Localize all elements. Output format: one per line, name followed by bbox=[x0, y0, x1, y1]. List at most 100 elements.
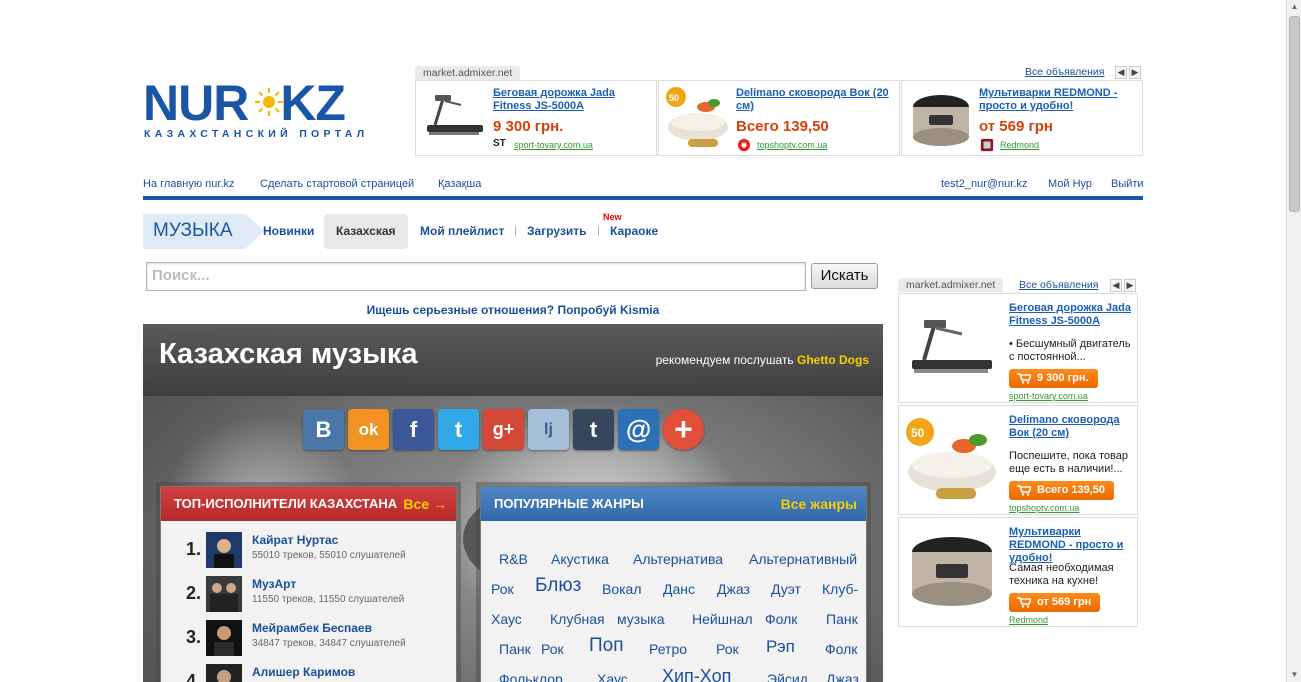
genre-tag[interactable]: Фолк bbox=[825, 641, 857, 657]
genre-tag[interactable]: Акустика bbox=[551, 551, 609, 567]
ad-site-link[interactable]: Redmond bbox=[1000, 140, 1039, 150]
artist-name[interactable]: Мейрамбек Беспаев bbox=[252, 621, 372, 635]
ad-title[interactable]: Беговая дорожка Jada Fitness JS-5000A bbox=[493, 87, 653, 113]
scroll-up-icon[interactable]: ▲ bbox=[1287, 0, 1301, 14]
kazakh-language-link[interactable]: Қазақша bbox=[438, 178, 481, 190]
genre-tag[interactable]: Фолк bbox=[765, 611, 797, 627]
facebook-share-icon[interactable]: f bbox=[393, 409, 434, 450]
all-genres-link[interactable]: Все жанры bbox=[781, 487, 857, 521]
music-section-title[interactable]: МУЗЫКА bbox=[143, 214, 264, 249]
tab-kazakh[interactable]: Казахская bbox=[336, 224, 396, 238]
genre-tag[interactable]: музыка bbox=[617, 611, 664, 627]
genre-tag[interactable]: Дуэт bbox=[771, 581, 801, 597]
genre-tag[interactable]: Рок bbox=[541, 641, 564, 657]
genre-tag[interactable]: Джаз bbox=[826, 671, 859, 682]
tab-upload[interactable]: Загрузить bbox=[527, 224, 586, 238]
genre-tag[interactable]: Вокал bbox=[602, 581, 642, 597]
top-ad-item-treadmill[interactable]: Беговая дорожка Jada Fitness JS-5000A 9 … bbox=[415, 80, 657, 156]
genre-tag[interactable]: Хип-Хоп bbox=[662, 666, 731, 682]
more-share-icon[interactable]: + bbox=[663, 409, 704, 450]
genre-tag[interactable]: Альтернатива bbox=[633, 551, 723, 567]
right-ad-item-multicooker[interactable]: Мультиварки REDMOND - просто и удобно! С… bbox=[898, 517, 1138, 627]
list-item[interactable]: 1. Кайрат Нуртас 55010 треков, 55010 слу… bbox=[181, 529, 451, 569]
ad-site-link[interactable]: topshoptv.com.ua bbox=[757, 140, 827, 150]
kismia-promo-link[interactable]: Ищешь серьезные отношения? Попробуй Kism… bbox=[143, 303, 883, 317]
next-arrow-icon[interactable]: ▶ bbox=[1124, 279, 1136, 292]
recommended-artist-link[interactable]: Ghetto Dogs bbox=[797, 353, 869, 367]
ad-title[interactable]: Беговая дорожка Jada Fitness JS-5000A bbox=[1009, 302, 1134, 328]
ad-title[interactable]: Delimano сковорода Вок (20 см) bbox=[1009, 414, 1134, 440]
odnoklassniki-share-icon[interactable]: ok bbox=[348, 409, 389, 450]
ad-title[interactable]: Delimano сковорода Вок (20 см) bbox=[736, 87, 896, 113]
artist-name[interactable]: Кайрат Нуртас bbox=[252, 533, 338, 547]
genre-tag[interactable]: Альтернативный bbox=[749, 551, 857, 567]
ad-site-link[interactable]: Redmond bbox=[1009, 615, 1048, 625]
ad-title[interactable]: Мультиварки REDMOND - просто и удобно! bbox=[1009, 526, 1134, 565]
music-navigation: МУЗЫКА Новинки Казахская Мой плейлист | … bbox=[143, 212, 703, 249]
genre-tag[interactable]: Клубная bbox=[550, 611, 605, 627]
list-item[interactable]: 4. Алишер Каримов bbox=[181, 661, 451, 682]
next-arrow-icon[interactable]: ▶ bbox=[1129, 66, 1141, 79]
artist-stats: 55010 треков, 55010 слушателей bbox=[252, 550, 406, 561]
genre-tag[interactable]: Рэп bbox=[766, 637, 795, 657]
all-ads-link[interactable]: Все объявления bbox=[1025, 66, 1104, 78]
genre-tag[interactable]: Ретро bbox=[649, 641, 687, 657]
ad-price-button[interactable]: 9 300 грн. bbox=[1009, 369, 1098, 388]
vk-share-icon[interactable]: B bbox=[303, 409, 344, 450]
prev-arrow-icon[interactable]: ◀ bbox=[1115, 66, 1127, 79]
nur-kz-logo[interactable]: NUR KZ КАЗАХСТАНСКИЙ ПОРТАЛ bbox=[143, 78, 364, 144]
tab-karaoke[interactable]: Караоке bbox=[610, 224, 658, 238]
ad-site-link[interactable]: topshoptv.com.ua bbox=[1009, 503, 1079, 513]
genre-tag[interactable]: R&B bbox=[499, 551, 528, 567]
genre-tag[interactable]: Поп bbox=[589, 635, 624, 657]
mail-share-icon[interactable]: @ bbox=[618, 409, 659, 450]
home-link[interactable]: На главную nur.kz bbox=[143, 178, 235, 190]
top-ad-item-multicooker[interactable]: Мультиварки REDMOND - просто и удобно! о… bbox=[901, 80, 1143, 156]
genre-tag[interactable]: Панк bbox=[826, 611, 858, 627]
user-email-link[interactable]: test2_nur@nur.kz bbox=[941, 178, 1027, 190]
ad-price-button[interactable]: от 569 грн bbox=[1009, 593, 1101, 612]
artist-name[interactable]: Алишер Каримов bbox=[252, 665, 355, 679]
top-ad-item-wok[interactable]: 50 Delimano сковорода Вок (20 см) Всего … bbox=[658, 80, 900, 156]
genre-tag[interactable]: Хаус bbox=[597, 671, 628, 682]
list-item[interactable]: 2. МузАрт 11550 треков, 11550 слушателей bbox=[181, 573, 451, 613]
genre-tag[interactable]: Нейшнал bbox=[692, 611, 753, 627]
genres-title: ПОПУЛЯРНЫЕ ЖАНРЫ bbox=[494, 496, 644, 511]
genre-tag[interactable]: Фольклор bbox=[499, 671, 563, 682]
make-start-page-link[interactable]: Сделать стартовой страницей bbox=[260, 178, 414, 190]
prev-arrow-icon[interactable]: ◀ bbox=[1110, 279, 1122, 292]
genre-tag[interactable]: Панк bbox=[499, 641, 531, 657]
scroll-down-icon[interactable]: ▼ bbox=[1287, 668, 1301, 682]
logout-link[interactable]: Выйти bbox=[1111, 178, 1144, 190]
genre-tag[interactable]: Блюз bbox=[535, 575, 581, 597]
artist-stats: 11550 треков, 11550 слушателей bbox=[252, 594, 405, 605]
livejournal-share-icon[interactable]: lj bbox=[528, 409, 569, 450]
twitter-share-icon[interactable]: t bbox=[438, 409, 479, 450]
my-nur-link[interactable]: Мой Нур bbox=[1048, 178, 1092, 190]
genre-tag[interactable]: Клуб- bbox=[822, 581, 858, 597]
search-button[interactable]: Искать bbox=[811, 263, 878, 289]
genre-tag[interactable]: Рок bbox=[716, 641, 739, 657]
google-plus-share-icon[interactable]: g+ bbox=[483, 409, 524, 450]
tumblr-share-icon[interactable]: t bbox=[573, 409, 614, 450]
right-ad-item-treadmill[interactable]: Беговая дорожка Jada Fitness JS-5000A • … bbox=[898, 293, 1138, 403]
ad-site-link[interactable]: sport-tovary.com.ua bbox=[514, 140, 593, 150]
tab-my-playlist[interactable]: Мой плейлист bbox=[420, 224, 504, 238]
tab-new-releases[interactable]: Новинки bbox=[263, 224, 314, 238]
search-input[interactable]: Поиск... bbox=[146, 262, 806, 291]
genre-tag[interactable]: Хаус bbox=[491, 611, 522, 627]
genre-tag[interactable]: Данс bbox=[663, 581, 695, 597]
all-ads-link[interactable]: Все объявления bbox=[1019, 279, 1098, 291]
all-artists-link[interactable]: Все → bbox=[403, 487, 447, 521]
ad-title[interactable]: Мультиварки REDMOND - просто и удобно! bbox=[979, 87, 1139, 113]
right-ad-item-wok[interactable]: 50 Delimano сковорода Вок (20 см) Поспеш… bbox=[898, 405, 1138, 515]
genre-tag[interactable]: Эйсид bbox=[767, 671, 808, 682]
artist-name[interactable]: МузАрт bbox=[252, 577, 296, 591]
genre-tag[interactable]: Рок bbox=[491, 581, 514, 597]
scrollbar-thumb[interactable] bbox=[1289, 16, 1300, 212]
genre-tag[interactable]: Джаз bbox=[717, 581, 750, 597]
ad-site-link[interactable]: sport-tovary.com.ua bbox=[1009, 391, 1088, 401]
vertical-scrollbar[interactable]: ▲ ▼ bbox=[1286, 0, 1301, 682]
list-item[interactable]: 3. Мейрамбек Беспаев 34847 треков, 34847… bbox=[181, 617, 451, 657]
ad-price-button[interactable]: Всего 139,50 bbox=[1009, 481, 1115, 500]
